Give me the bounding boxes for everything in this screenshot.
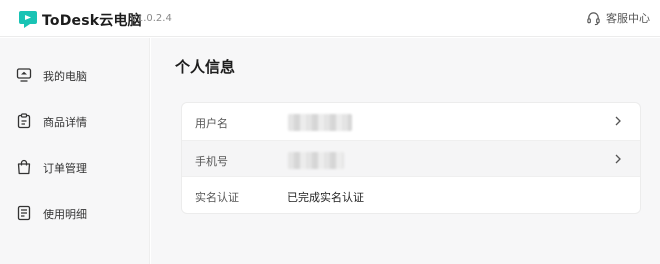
computer-icon (16, 68, 32, 82)
title-bar: ToDesk云电脑 V1.0.2.4 客服中心 (0, 0, 660, 37)
row-label: 用户名 (195, 117, 228, 130)
shopping-bag-icon (17, 159, 31, 175)
sidebar-item-usage-details[interactable]: 使用明细 (0, 198, 150, 228)
chevron-right-icon[interactable] (614, 115, 622, 127)
todesk-logo-icon (19, 11, 37, 28)
chevron-right-icon[interactable] (614, 153, 622, 165)
app-name: ToDesk云电脑 (42, 13, 142, 29)
verification-status: 已完成实名认证 (287, 191, 364, 204)
masked-value (288, 114, 352, 131)
sidebar-item-label: 使用明细 (43, 208, 87, 221)
row-label: 实名认证 (195, 191, 239, 204)
main-content: 个人信息 用户名 手机号 实名认证 已完成实名认证 (151, 38, 660, 264)
page-title: 个人信息 (175, 58, 236, 76)
info-row-phone[interactable]: 手机号 (182, 140, 640, 177)
headset-icon (587, 11, 600, 25)
app-version: V1.0.2.4 (130, 13, 172, 24)
sidebar-item-product-details[interactable]: 商品详情 (0, 106, 150, 136)
personal-info-card: 用户名 手机号 实名认证 已完成实名认证 (181, 102, 641, 214)
sidebar-item-label: 商品详情 (43, 116, 87, 129)
sidebar-item-label: 订单管理 (43, 162, 87, 175)
sidebar-item-my-computer[interactable]: 我的电脑 (0, 60, 150, 90)
sidebar: 我的电脑 商品详情 订单管理 使用明细 (0, 38, 150, 264)
list-document-icon (17, 205, 31, 221)
support-center-label: 客服中心 (606, 12, 650, 25)
sidebar-item-label: 我的电脑 (43, 70, 87, 83)
support-center-button[interactable]: 客服中心 (586, 9, 650, 27)
info-row-real-name-verification: 实名认证 已完成实名认证 (182, 177, 640, 213)
info-row-username[interactable]: 用户名 (182, 103, 640, 140)
sidebar-item-order-management[interactable]: 订单管理 (0, 152, 150, 182)
row-label: 手机号 (195, 155, 228, 168)
masked-value (288, 152, 344, 169)
clipboard-icon (17, 113, 31, 129)
